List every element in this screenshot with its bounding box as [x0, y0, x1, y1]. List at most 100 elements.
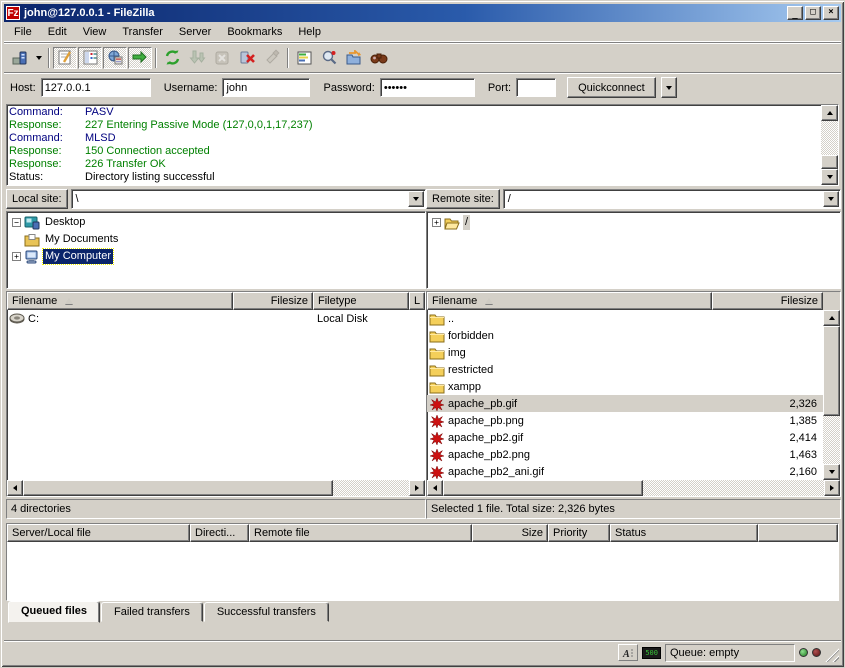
filter-button[interactable] — [292, 47, 316, 69]
username-input[interactable] — [222, 78, 310, 97]
scroll-left-icon[interactable] — [427, 480, 443, 496]
tree-item-desktop[interactable]: − Desktop — [9, 214, 425, 231]
menu-edit[interactable]: Edit — [40, 24, 75, 40]
tree-item-root[interactable]: + / — [429, 214, 840, 231]
data-type-indicator-icon: A — [618, 644, 638, 661]
column-filesize[interactable]: Filesize — [233, 292, 313, 310]
remote-file-row[interactable]: img — [427, 344, 823, 361]
expand-icon[interactable]: + — [12, 252, 21, 261]
password-input[interactable] — [380, 78, 475, 97]
combo-dropdown-icon[interactable] — [408, 191, 424, 207]
scroll-up-icon[interactable] — [823, 310, 840, 326]
remote-file-row[interactable]: apache_pb2.gif 2,414 — [427, 429, 823, 446]
maximize-button[interactable]: □ — [805, 6, 821, 20]
menu-bar: File Edit View Transfer Server Bookmarks… — [4, 22, 841, 42]
scroll-thumb[interactable] — [443, 480, 643, 496]
scroll-right-icon[interactable] — [824, 480, 840, 496]
remote-file-row[interactable]: forbidden — [427, 327, 823, 344]
tree-item-my-documents[interactable]: My Documents — [9, 231, 425, 248]
svg-text:A: A — [622, 649, 630, 659]
remote-status-text: Selected 1 file. Total size: 2,326 bytes — [426, 499, 841, 519]
column-empty — [758, 524, 838, 542]
local-site-combo[interactable]: \ — [71, 189, 426, 209]
site-manager-button[interactable] — [8, 47, 32, 69]
remote-hscrollbar[interactable] — [427, 480, 840, 496]
tree-item-my-computer[interactable]: + My Computer — [9, 248, 425, 265]
tab-failed-transfers[interactable]: Failed transfers — [101, 602, 203, 622]
menu-transfer[interactable]: Transfer — [114, 24, 171, 40]
remote-file-row[interactable]: restricted — [427, 361, 823, 378]
tab-successful-transfers[interactable]: Successful transfers — [204, 602, 329, 622]
directory-comparison-button[interactable] — [317, 47, 341, 69]
column-size[interactable]: Size — [472, 524, 548, 542]
column-filename[interactable]: Filename — [427, 292, 712, 310]
expand-icon[interactable]: + — [432, 218, 441, 227]
remote-site-label: Remote site: — [426, 189, 500, 209]
find-files-button[interactable] — [367, 47, 391, 69]
scroll-left-icon[interactable] — [7, 480, 23, 496]
scroll-down-icon[interactable] — [821, 169, 838, 185]
remote-file-row-selected[interactable]: apache_pb.gif 2,326 — [427, 395, 823, 412]
column-filetype[interactable]: Filetype — [313, 292, 409, 310]
reconnect-button[interactable] — [260, 47, 284, 69]
quickconnect-button[interactable]: Quickconnect — [567, 77, 656, 98]
column-remote-file[interactable]: Remote file — [249, 524, 472, 542]
column-filename[interactable]: Filename — [7, 292, 233, 310]
remote-file-row[interactable]: xampp — [427, 378, 823, 395]
disconnect-button[interactable] — [235, 47, 259, 69]
scroll-thumb[interactable] — [23, 480, 333, 496]
log-line: Status:Directory listing successful — [9, 171, 819, 184]
remote-file-row[interactable]: apache_pb.png 1,385 — [427, 412, 823, 429]
remote-file-row[interactable]: apache_pb2.png 1,463 — [427, 446, 823, 463]
synchronized-browsing-button[interactable] — [342, 47, 366, 69]
scroll-right-icon[interactable] — [409, 480, 425, 496]
column-status[interactable]: Status — [610, 524, 758, 542]
cancel-operation-button[interactable] — [210, 47, 234, 69]
my-computer-icon — [24, 250, 40, 264]
desktop-icon — [24, 216, 40, 230]
remote-file-row[interactable]: .. — [427, 310, 823, 327]
local-hscrollbar[interactable] — [7, 480, 425, 496]
remote-file-row[interactable]: apache_pb2_ani.gif 2,160 — [427, 463, 823, 480]
menu-view[interactable]: View — [75, 24, 115, 40]
speed-limit-icon[interactable]: 500 — [642, 647, 661, 659]
site-manager-dropdown[interactable] — [33, 47, 45, 69]
scroll-down-icon[interactable] — [823, 464, 840, 480]
toggle-queue-button[interactable] — [128, 47, 152, 69]
remote-vscrollbar[interactable] — [823, 310, 840, 480]
toggle-message-log-button[interactable] — [53, 47, 77, 69]
tab-queued-files[interactable]: Queued files — [8, 601, 100, 623]
resize-grip[interactable] — [825, 648, 839, 662]
log-scrollbar[interactable] — [821, 105, 838, 185]
close-button[interactable]: × — [823, 6, 839, 20]
scroll-thumb[interactable] — [823, 326, 840, 416]
disconnect-icon — [239, 49, 256, 66]
toggle-local-tree-button[interactable] — [78, 47, 102, 69]
quickconnect-dropdown[interactable] — [661, 77, 677, 98]
menu-server[interactable]: Server — [171, 24, 219, 40]
status-bar: A 500 Queue: empty — [4, 640, 841, 664]
toggle-remote-tree-button[interactable] — [103, 47, 127, 69]
process-queue-button[interactable] — [185, 47, 209, 69]
scroll-up-icon[interactable] — [821, 105, 838, 121]
column-filesize[interactable]: Filesize — [712, 292, 823, 310]
column-priority[interactable]: Priority — [548, 524, 610, 542]
local-file-row-c-drive[interactable]: C: Local Disk — [7, 310, 425, 327]
minimize-button[interactable]: _ — [787, 6, 803, 20]
menu-help[interactable]: Help — [290, 24, 329, 40]
scroll-thumb[interactable] — [821, 155, 838, 169]
host-input[interactable] — [41, 78, 151, 97]
column-server-local-file[interactable]: Server/Local file — [7, 524, 190, 542]
menu-bookmarks[interactable]: Bookmarks — [219, 24, 290, 40]
remote-site-combo[interactable]: / — [503, 189, 841, 209]
collapse-icon[interactable]: − — [12, 218, 21, 227]
queue-status-field: Queue: empty — [665, 644, 795, 662]
menu-file[interactable]: File — [6, 24, 40, 40]
local-panel: Local site: \ − Desktop — [6, 188, 426, 519]
column-direction[interactable]: Directi... — [190, 524, 249, 542]
port-input[interactable] — [516, 78, 556, 97]
remote-site-value: / — [504, 190, 822, 208]
column-last-modified[interactable]: L — [409, 292, 425, 310]
combo-dropdown-icon[interactable] — [823, 191, 839, 207]
refresh-button[interactable] — [160, 47, 184, 69]
